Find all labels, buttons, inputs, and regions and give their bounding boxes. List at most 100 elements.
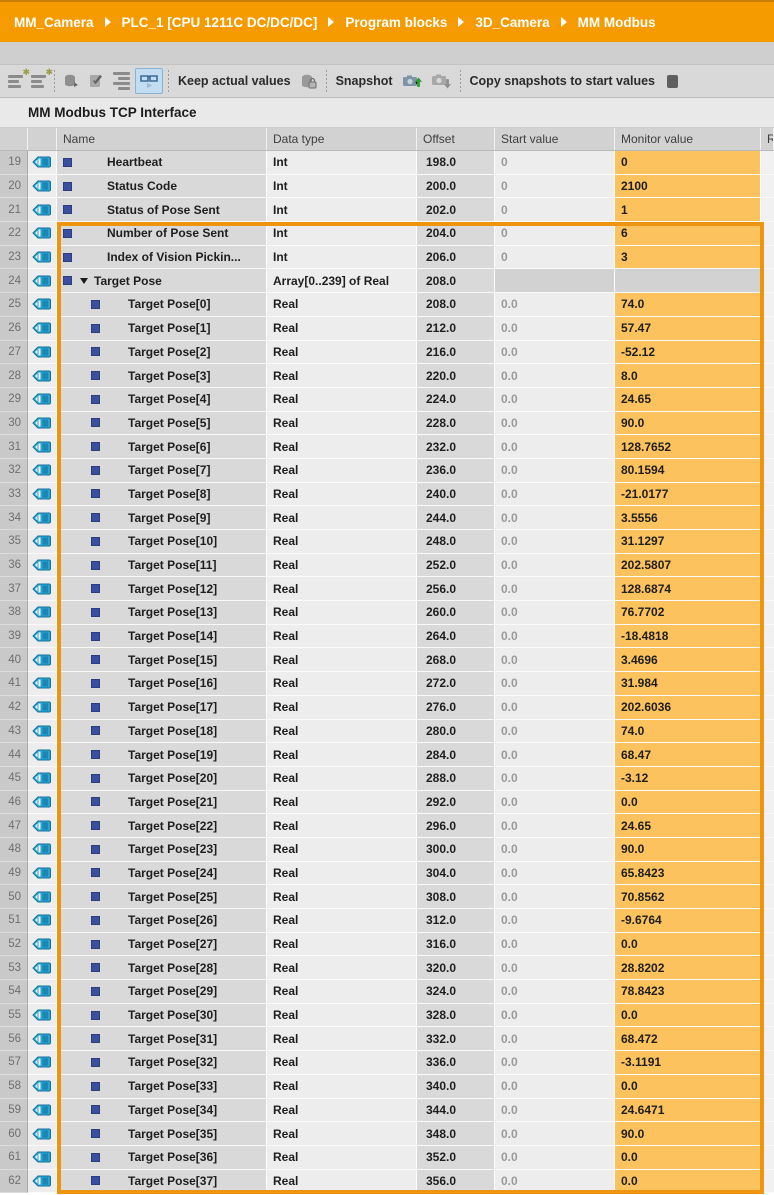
name-cell[interactable]: Target Pose[22] [57, 814, 267, 838]
insert-row-below-icon[interactable]: ✱ [28, 69, 49, 93]
start-value-cell[interactable]: 0.0 [495, 601, 615, 625]
name-cell[interactable]: Target Pose[0] [57, 293, 267, 317]
table-row[interactable]: 28Target Pose[3]Real220.00.08.0 [0, 364, 774, 388]
start-value-cell[interactable]: 0.0 [495, 980, 615, 1004]
name-cell[interactable]: Target Pose[5] [57, 412, 267, 436]
data-type-cell[interactable]: Real [267, 909, 417, 933]
header-offset[interactable]: Offset [417, 128, 495, 150]
data-type-cell[interactable]: Real [267, 1122, 417, 1146]
data-type-cell[interactable]: Real [267, 1027, 417, 1051]
name-cell[interactable]: Target Pose[15] [57, 648, 267, 672]
name-cell[interactable]: Target Pose[6] [57, 435, 267, 459]
start-value-cell[interactable]: 0 [495, 175, 615, 199]
data-type-cell[interactable]: Int [267, 222, 417, 246]
start-value-cell[interactable]: 0.0 [495, 483, 615, 507]
data-type-cell[interactable]: Real [267, 885, 417, 909]
monitor-value-cell[interactable]: 24.6471 [615, 1099, 761, 1123]
monitor-value-cell[interactable]: 24.65 [615, 814, 761, 838]
table-row[interactable]: 39Target Pose[14]Real264.00.0-18.4818 [0, 625, 774, 649]
table-row[interactable]: 26Target Pose[1]Real212.00.057.47 [0, 317, 774, 341]
data-type-cell[interactable]: Int [267, 151, 417, 175]
data-type-cell[interactable]: Real [267, 506, 417, 530]
name-cell[interactable]: Target Pose[16] [57, 672, 267, 696]
monitor-value-cell[interactable]: 3 [615, 246, 761, 270]
name-cell[interactable]: Target Pose[35] [57, 1122, 267, 1146]
table-row[interactable]: 43Target Pose[18]Real280.00.074.0 [0, 720, 774, 744]
start-value-cell[interactable]: 0 [495, 151, 615, 175]
name-cell[interactable]: Target Pose[18] [57, 720, 267, 744]
start-value-cell[interactable]: 0.0 [495, 933, 615, 957]
start-value-cell[interactable]: 0.0 [495, 293, 615, 317]
data-type-cell[interactable]: Real [267, 1004, 417, 1028]
table-row[interactable]: 51Target Pose[26]Real312.00.0-9.6764 [0, 909, 774, 933]
data-type-cell[interactable]: Int [267, 246, 417, 270]
name-cell[interactable]: Target Pose[4] [57, 388, 267, 412]
start-value-cell[interactable]: 0.0 [495, 341, 615, 365]
table-row[interactable]: 48Target Pose[23]Real300.00.090.0 [0, 838, 774, 862]
table-row[interactable]: 53Target Pose[28]Real320.00.028.8202 [0, 956, 774, 980]
monitor-value-cell[interactable]: -18.4818 [615, 625, 761, 649]
data-type-cell[interactable]: Real [267, 720, 417, 744]
insert-row-above-icon[interactable]: ✱ [5, 69, 26, 93]
data-type-cell[interactable]: Int [267, 175, 417, 199]
monitor-value-cell[interactable]: 80.1594 [615, 459, 761, 483]
edit-values-icon[interactable] [85, 69, 108, 93]
data-type-cell[interactable]: Real [267, 388, 417, 412]
table-row[interactable]: 24Target PoseArray[0..239] of Real208.0 [0, 269, 774, 293]
name-cell[interactable]: Target Pose[1] [57, 317, 267, 341]
table-row[interactable]: 40Target Pose[15]Real268.00.03.4696 [0, 648, 774, 672]
header-name[interactable]: Name [57, 128, 267, 150]
start-value-cell[interactable]: 0.0 [495, 767, 615, 791]
data-type-cell[interactable]: Real [267, 862, 417, 886]
monitor-value-cell[interactable]: 0.0 [615, 1146, 761, 1170]
start-value-cell[interactable]: 0.0 [495, 1027, 615, 1051]
start-value-cell[interactable]: 0.0 [495, 1170, 615, 1194]
start-value-cell[interactable]: 0.0 [495, 1075, 615, 1099]
monitor-value-cell[interactable]: 78.8423 [615, 980, 761, 1004]
monitor-value-cell[interactable]: 202.6036 [615, 696, 761, 720]
monitor-value-cell[interactable]: 128.7652 [615, 435, 761, 459]
name-cell[interactable]: Target Pose[17] [57, 696, 267, 720]
table-row[interactable]: 38Target Pose[13]Real260.00.076.7702 [0, 601, 774, 625]
data-type-cell[interactable]: Real [267, 933, 417, 957]
name-cell[interactable]: Status Code [57, 175, 267, 199]
keep-values-db-icon[interactable] [297, 69, 321, 93]
start-value-cell[interactable]: 0.0 [495, 648, 615, 672]
monitor-value-cell[interactable]: 3.5556 [615, 506, 761, 530]
data-type-cell[interactable]: Real [267, 435, 417, 459]
start-value-cell[interactable]: 0.0 [495, 554, 615, 578]
monitor-value-cell[interactable]: 90.0 [615, 1122, 761, 1146]
data-type-cell[interactable]: Real [267, 956, 417, 980]
start-value-cell[interactable]: 0.0 [495, 459, 615, 483]
start-value-cell[interactable]: 0.0 [495, 1146, 615, 1170]
data-type-cell[interactable]: Array[0..239] of Real [267, 269, 417, 293]
start-value-cell[interactable]: 0.0 [495, 364, 615, 388]
start-value-cell[interactable]: 0.0 [495, 672, 615, 696]
data-type-cell[interactable]: Real [267, 554, 417, 578]
table-row[interactable]: 62Target Pose[37]Real356.00.00.0 [0, 1170, 774, 1194]
table-row[interactable]: 49Target Pose[24]Real304.00.065.8423 [0, 862, 774, 886]
table-row[interactable]: 31Target Pose[6]Real232.00.0128.7652 [0, 435, 774, 459]
table-row[interactable]: 23Index of Vision Pickin...Int206.003 [0, 246, 774, 270]
monitor-value-cell[interactable]: 3.4696 [615, 648, 761, 672]
start-value-cell[interactable]: 0.0 [495, 696, 615, 720]
data-type-cell[interactable]: Real [267, 791, 417, 815]
snapshot-up-icon[interactable] [399, 69, 426, 93]
header-start-value[interactable]: Start value [495, 128, 615, 150]
table-row[interactable]: 25Target Pose[0]Real208.00.074.0 [0, 293, 774, 317]
name-cell[interactable]: Target Pose[25] [57, 885, 267, 909]
start-value-cell[interactable] [495, 269, 615, 293]
table-row[interactable]: 21Status of Pose SentInt202.001 [0, 198, 774, 222]
name-cell[interactable]: Target Pose[33] [57, 1075, 267, 1099]
data-type-cell[interactable]: Real [267, 341, 417, 365]
name-cell[interactable]: Target Pose[31] [57, 1027, 267, 1051]
monitor-value-cell[interactable]: -3.12 [615, 767, 761, 791]
table-row[interactable]: 44Target Pose[19]Real284.00.068.47 [0, 743, 774, 767]
data-type-cell[interactable]: Real [267, 1051, 417, 1075]
data-type-cell[interactable]: Real [267, 743, 417, 767]
keep-actual-values-button[interactable]: Keep actual values [173, 74, 296, 88]
monitor-value-cell[interactable]: 76.7702 [615, 601, 761, 625]
monitor-value-cell[interactable]: -52.12 [615, 341, 761, 365]
data-type-cell[interactable]: Real [267, 838, 417, 862]
expand-members-icon[interactable] [110, 69, 133, 93]
